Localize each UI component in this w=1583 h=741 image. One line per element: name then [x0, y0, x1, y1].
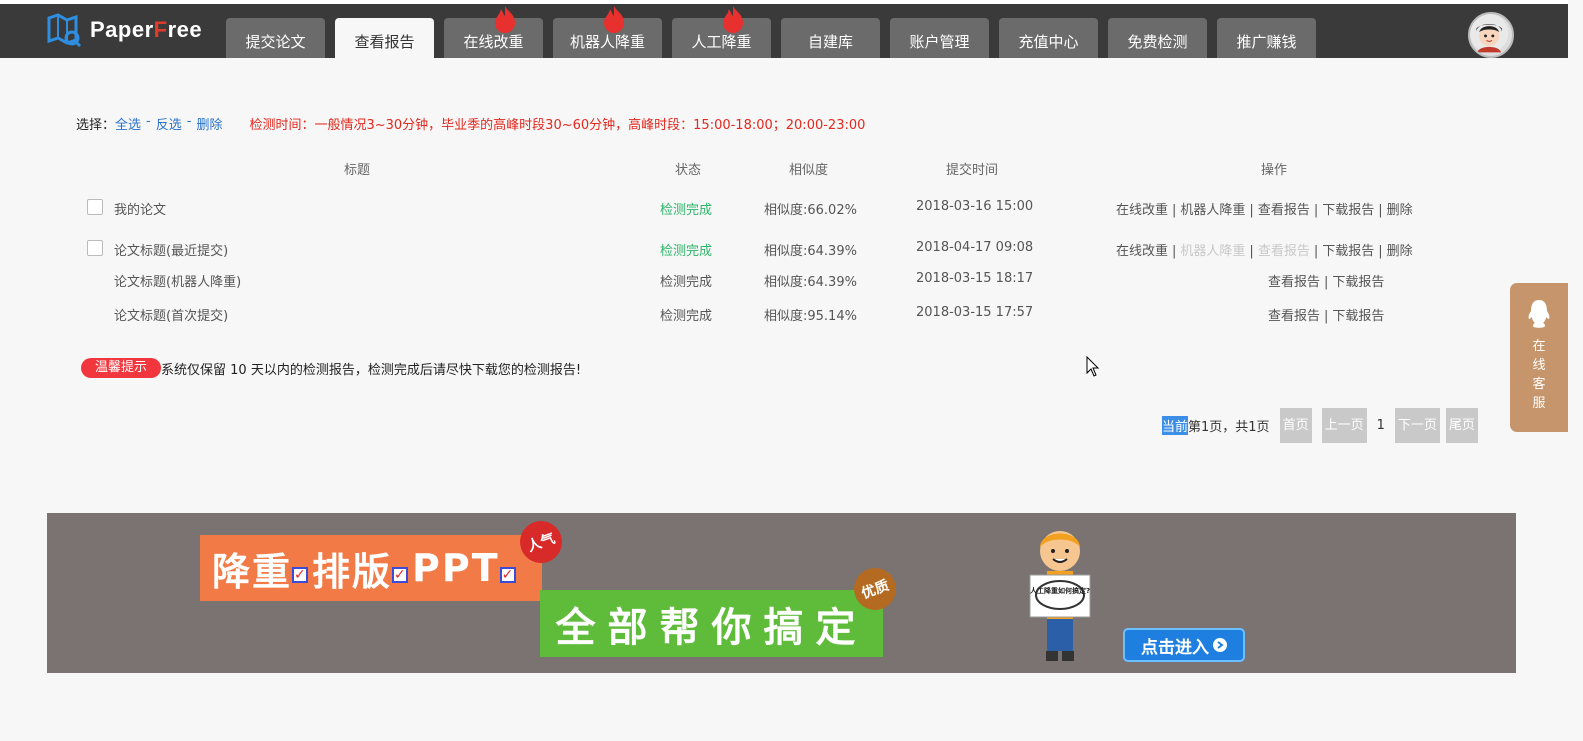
table-row: 我的论文 检测完成 相似度:66.02% 2018-03-16 15:00 在线… [0, 199, 1568, 223]
tab-manual-revise[interactable]: 人工降重 [672, 6, 771, 58]
check-icon: ✓ [292, 567, 309, 583]
selection-toolbar: 选择： 全选 - 反选 - 删除 检测时间：一般情况3~30分钟，毕业季的高峰时… [76, 114, 865, 133]
row-operations: 在线改重 | 机器人降重 | 查看报告 | 下载报告 | 删除 [1116, 244, 1413, 259]
header-operations: 操作 [1261, 163, 1288, 178]
similarity-value: 相似度:95.14% [764, 309, 857, 324]
row-checkbox[interactable] [87, 199, 103, 215]
pager-current-highlight: 当前 [1162, 416, 1189, 435]
logo-text: PaperFree [90, 17, 203, 42]
prev-page-button[interactable]: 上一页 [1321, 408, 1367, 443]
banner-subline: 全部帮你搞定 [540, 590, 883, 657]
paper-title: 论文标题(首次提交) [114, 309, 229, 324]
hot-fire-icon [723, 6, 743, 33]
next-page-button[interactable]: 下一页 [1394, 408, 1440, 443]
header-title: 标题 [344, 163, 371, 178]
online-service-label: 在线客服 [1532, 339, 1546, 411]
enter-button[interactable]: 点击进入 [1123, 628, 1245, 662]
online-revise-link[interactable]: 在线改重 [1116, 244, 1168, 259]
submit-time: 2018-03-15 18:17 [916, 271, 1034, 286]
sign-text: 人工降重如何搞定? [1030, 586, 1090, 595]
similarity-value: 相似度:64.39% [764, 275, 857, 290]
pagination: 当前 第1页，共1页 首页 上一页 1 下一页 尾页 [1162, 408, 1478, 443]
logo-icon [47, 13, 82, 48]
robot-revise-link[interactable]: 机器人降重 [1180, 203, 1245, 218]
delete-selected-link[interactable]: 删除 [196, 114, 222, 133]
tab-account[interactable]: 账户管理 [890, 18, 989, 58]
header-status: 状态 [675, 163, 702, 178]
promo-banner[interactable]: 降重 ✓ 排版 ✓ PPT ✓ 人气 全部帮你搞定 优质 人工降重如何搞定? 点击进入 [47, 513, 1516, 673]
tab-view-report[interactable]: 查看报告 [335, 18, 434, 58]
row-operations: 查看报告 | 下载报告 [1268, 309, 1385, 324]
row-operations: 在线改重 | 机器人降重 | 查看报告 | 下载报告 | 删除 [1116, 203, 1413, 218]
tip-badge: 温馨提示 [81, 358, 162, 378]
tab-free-check[interactable]: 免费检测 [1108, 18, 1207, 58]
top-nav-bar: PaperFree 提交论文 查看报告 在线改重 机器人降重 人工降重 自建库 … [0, 0, 1568, 58]
last-page-button[interactable]: 尾页 [1445, 408, 1478, 443]
status-badge: 检测完成 [660, 244, 713, 259]
select-label: 选择： [76, 118, 116, 133]
view-report-link[interactable]: 查看报告 [1268, 309, 1320, 324]
main-nav: 提交论文 查看报告 在线改重 机器人降重 人工降重 自建库 账户管理 充值中心 … [226, 6, 1326, 58]
delete-link[interactable]: 删除 [1387, 244, 1413, 259]
submit-time: 2018-03-15 17:57 [916, 305, 1034, 320]
avatar[interactable] [1468, 12, 1514, 58]
arrow-circle-icon [1213, 638, 1227, 652]
cartoon-boy-icon: 人工降重如何搞定? [1029, 531, 1091, 661]
row-checkbox[interactable] [87, 240, 103, 256]
view-report-link[interactable]: 查看报告 [1258, 244, 1310, 259]
retention-tip: 温馨提示 系统仅保留 10 天以内的检测报告，检测完成后请尽快下载您的检测报告! [81, 358, 581, 378]
select-all-link[interactable]: 全选 [115, 114, 141, 133]
first-page-button[interactable]: 首页 [1279, 408, 1312, 443]
pager-summary: 第1页，共1页 [1188, 420, 1270, 435]
online-revise-link[interactable]: 在线改重 [1116, 203, 1168, 218]
table-row: 论文标题(首次提交) 检测完成 相似度:95.14% 2018-03-15 17… [0, 305, 1568, 329]
status-badge: 检测完成 [660, 309, 713, 324]
tab-submit-paper[interactable]: 提交论文 [226, 18, 325, 58]
paper-title: 论文标题(机器人降重) [114, 275, 242, 290]
table-row: 论文标题(最近提交) 检测完成 相似度:64.39% 2018-04-17 09… [0, 240, 1568, 264]
tab-recharge[interactable]: 充值中心 [999, 18, 1098, 58]
header-similarity: 相似度 [789, 163, 829, 178]
tip-text: 系统仅保留 10 天以内的检测报告，检测完成后请尽快下载您的检测报告! [161, 362, 582, 378]
page-number[interactable]: 1 [1377, 418, 1385, 433]
banner-headline: 降重 ✓ 排版 ✓ PPT ✓ [200, 535, 542, 601]
mouse-cursor-icon [1086, 356, 1100, 377]
check-icon: ✓ [392, 567, 409, 583]
paper-title: 论文标题(最近提交) [114, 244, 229, 259]
separator: - [146, 114, 151, 129]
download-report-link[interactable]: 下载报告 [1332, 275, 1384, 290]
user-avatar-icon [1470, 14, 1509, 53]
delete-link[interactable]: 删除 [1387, 203, 1413, 218]
hot-fire-icon [495, 6, 515, 33]
tab-promote[interactable]: 推广赚钱 [1217, 18, 1316, 58]
submit-time: 2018-04-17 09:08 [916, 240, 1034, 255]
online-service-button[interactable]: 在线客服 [1510, 283, 1568, 432]
check-icon: ✓ [499, 567, 516, 583]
tab-custom-library[interactable]: 自建库 [781, 18, 880, 58]
view-report-link[interactable]: 查看报告 [1258, 203, 1310, 218]
similarity-value: 相似度:64.39% [764, 244, 857, 259]
download-report-link[interactable]: 下载报告 [1322, 244, 1374, 259]
status-badge: 检测完成 [660, 275, 713, 290]
similarity-value: 相似度:66.02% [764, 203, 857, 218]
separator: - [186, 114, 192, 129]
tab-robot-revise[interactable]: 机器人降重 [553, 6, 662, 58]
logo[interactable]: PaperFree [46, 12, 202, 48]
check-time-notice: 检测时间：一般情况3~30分钟，毕业季的高峰时段30~60分钟，高峰时段：15:… [249, 118, 866, 133]
table-row: 论文标题(机器人降重) 检测完成 相似度:64.39% 2018-03-15 1… [0, 271, 1568, 295]
hot-fire-icon [604, 6, 624, 33]
row-operations: 查看报告 | 下载报告 [1268, 275, 1385, 290]
view-report-link[interactable]: 查看报告 [1268, 275, 1320, 290]
paper-title: 我的论文 [114, 203, 167, 218]
status-badge: 检测完成 [660, 203, 713, 218]
robot-revise-link[interactable]: 机器人降重 [1180, 244, 1245, 259]
invert-selection-link[interactable]: 反选 [156, 114, 182, 133]
download-report-link[interactable]: 下载报告 [1332, 309, 1384, 324]
tab-online-revise[interactable]: 在线改重 [444, 6, 543, 58]
submit-time: 2018-03-16 15:00 [916, 199, 1034, 214]
header-submit-time: 提交时间 [946, 163, 999, 178]
download-report-link[interactable]: 下载报告 [1322, 203, 1374, 218]
qq-penguin-icon [1528, 300, 1550, 328]
top-border [0, 0, 1568, 4]
